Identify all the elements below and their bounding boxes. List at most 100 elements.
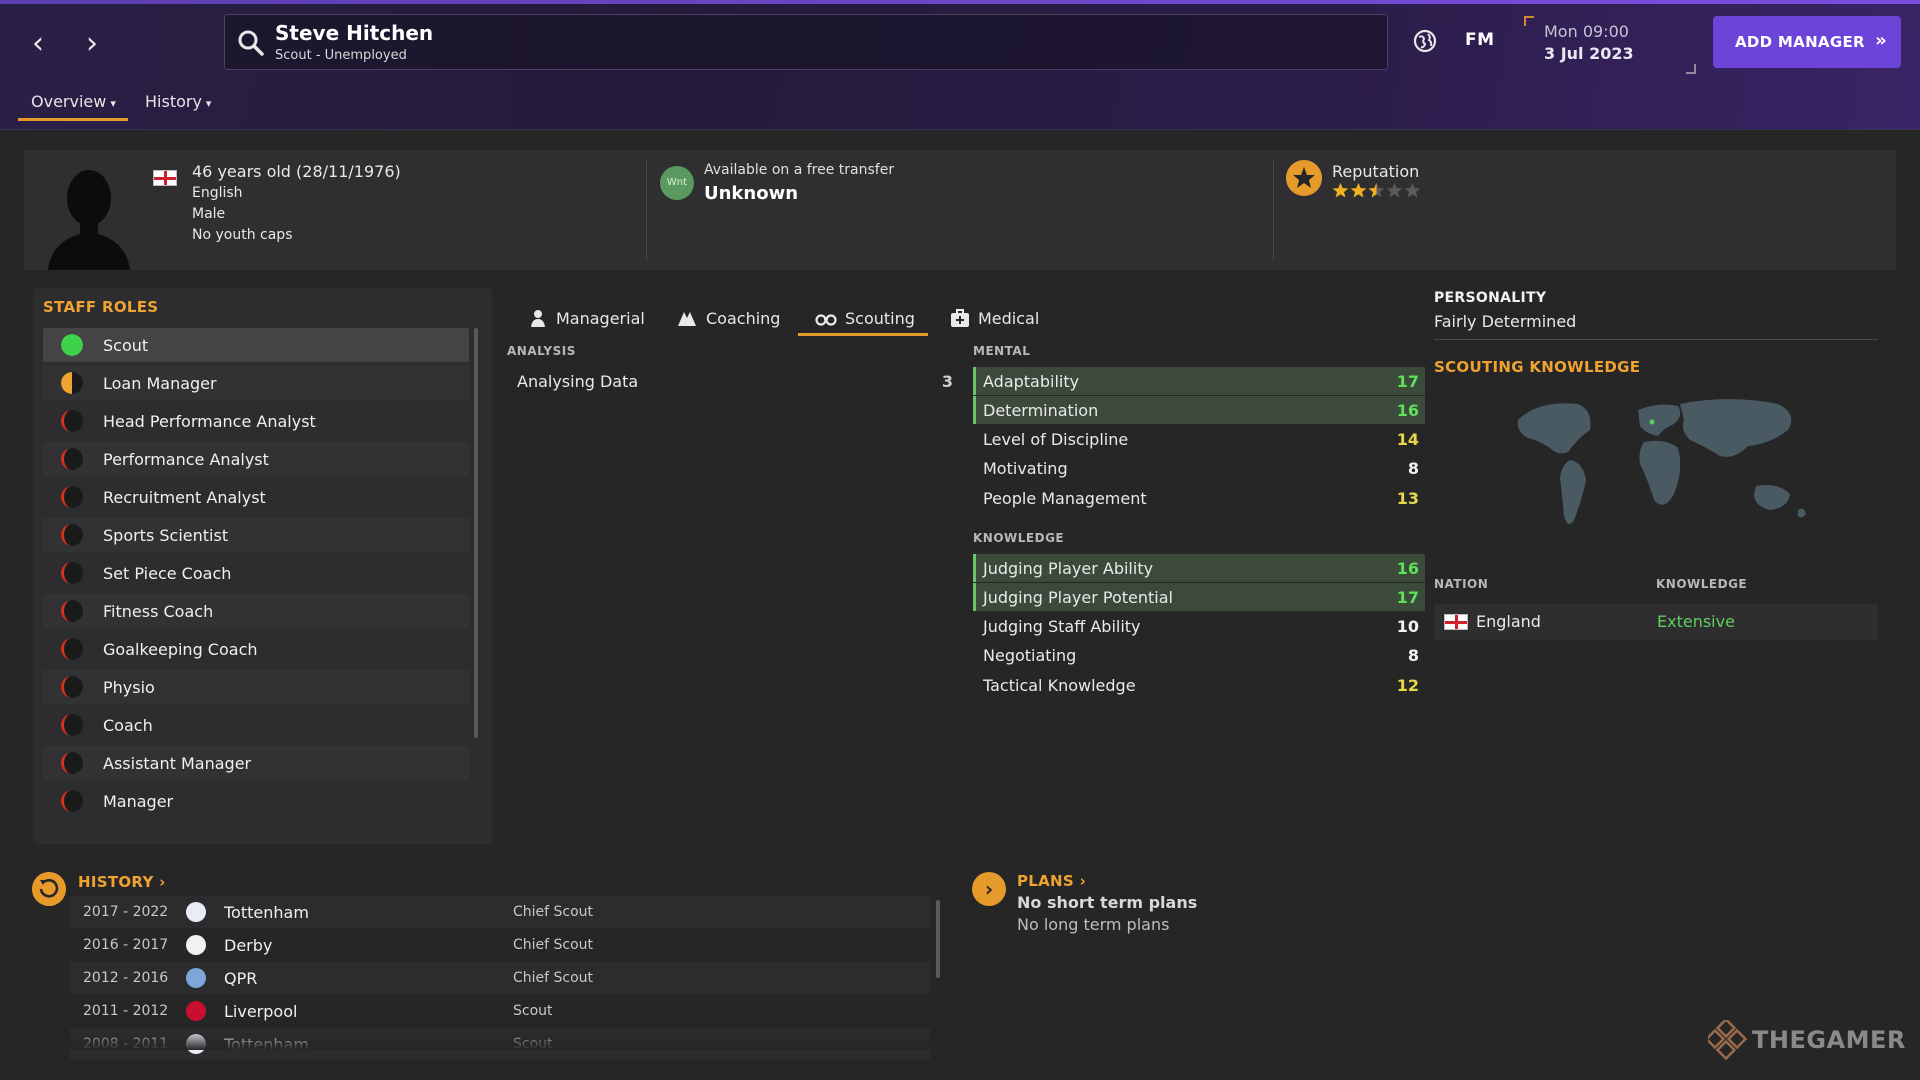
- attribute-row[interactable]: Adaptability 17: [973, 367, 1425, 395]
- tab-overview-label: Overview: [31, 92, 107, 111]
- history-club: Tottenham: [224, 902, 309, 922]
- attribute-name: Judging Staff Ability: [983, 617, 1141, 636]
- staff-role-label: Set Piece Coach: [103, 563, 232, 583]
- history-row[interactable]: 2016 - 2017 Derby Chief Scout: [70, 929, 930, 961]
- back-arrow-icon[interactable]: ‹: [18, 24, 58, 64]
- scrollbar[interactable]: [936, 900, 940, 978]
- attribute-row[interactable]: Level of Discipline 14: [973, 426, 1425, 454]
- date-corner-bottom: [1686, 64, 1696, 74]
- staff-role-item[interactable]: Performance Analyst: [43, 442, 469, 476]
- history-title[interactable]: HISTORY ›: [78, 873, 166, 891]
- attribute-row[interactable]: People Management 13: [973, 484, 1425, 512]
- divider: [1273, 160, 1274, 260]
- england-map-marker: [1649, 419, 1655, 425]
- staff-role-label: Coach: [103, 715, 153, 735]
- world-map[interactable]: [1498, 390, 1838, 550]
- england-flag-icon: [153, 170, 177, 186]
- knowledge-nation: England: [1476, 612, 1541, 631]
- attribute-value: 3: [941, 371, 953, 391]
- tab-managerial-label: Managerial: [556, 308, 645, 328]
- history-row[interactable]: 2011 - 2012 Liverpool Scout: [70, 995, 930, 1027]
- history-years: 2016 - 2017: [83, 937, 169, 953]
- divider: [1434, 339, 1878, 340]
- analysis-title: ANALYSIS: [507, 344, 576, 358]
- add-manager-button[interactable]: ADD MANAGER »: [1713, 16, 1901, 68]
- date-corner-top: [1524, 16, 1534, 26]
- role-suitability-icon: [61, 676, 83, 698]
- tab-overview[interactable]: Overview ▾: [31, 92, 116, 111]
- fm-logo[interactable]: FM: [1465, 30, 1495, 50]
- tab-medical[interactable]: Medical: [950, 300, 1039, 336]
- person-age: 46 years old (28/11/1976): [192, 162, 401, 181]
- globe-icon[interactable]: [1412, 28, 1438, 54]
- staff-role-item[interactable]: Head Performance Analyst: [43, 404, 469, 438]
- double-chevron-right-icon: »: [1875, 30, 1887, 51]
- person-icon: [531, 310, 545, 327]
- attribute-value: 8: [1407, 459, 1419, 479]
- staff-role-item[interactable]: Manager: [43, 784, 469, 818]
- scrollbar[interactable]: [474, 328, 478, 738]
- personality-value: Fairly Determined: [1434, 312, 1577, 331]
- game-date[interactable]: Mon 09:00 3 Jul 2023: [1524, 16, 1696, 74]
- tab-scouting[interactable]: Scouting: [815, 300, 915, 336]
- staff-role-item[interactable]: Coach: [43, 708, 469, 742]
- history-role: Scout: [513, 1003, 553, 1019]
- staff-role-item[interactable]: Set Piece Coach: [43, 556, 469, 590]
- role-suitability-icon: [61, 410, 83, 432]
- chevron-right-icon[interactable]: ›: [972, 872, 1006, 906]
- plans-title[interactable]: PLANS ›: [1017, 872, 1086, 890]
- personality-title: PERSONALITY: [1434, 290, 1547, 306]
- history-icon[interactable]: [32, 872, 66, 906]
- forward-arrow-icon[interactable]: ›: [72, 24, 112, 64]
- attribute-row[interactable]: Judging Staff Ability 10: [973, 613, 1425, 641]
- staff-role-item[interactable]: Goalkeeping Coach: [43, 632, 469, 666]
- chevron-right-icon: ›: [1079, 872, 1087, 890]
- watermark-logo-icon: [1708, 1020, 1748, 1060]
- tab-coaching-label: Coaching: [706, 308, 781, 328]
- staff-role-label: Head Performance Analyst: [103, 411, 316, 431]
- history-row[interactable]: 2017 - 2022 Tottenham Chief Scout: [70, 896, 930, 928]
- attribute-value: 12: [1396, 675, 1419, 695]
- history-role: Chief Scout: [513, 970, 594, 986]
- staff-role-item[interactable]: Scout: [43, 328, 469, 362]
- england-flag-icon: [1444, 614, 1468, 630]
- attribute-row[interactable]: Tactical Knowledge 12: [973, 671, 1425, 699]
- tab-managerial[interactable]: Managerial: [528, 300, 645, 336]
- person-status: Scout - Unemployed: [275, 48, 407, 63]
- staff-role-label: Scout: [103, 335, 149, 355]
- scouting-knowledge-title: SCOUTING KNOWLEDGE: [1434, 358, 1641, 376]
- chevron-down-icon: ▾: [205, 97, 212, 110]
- transfer-status-badge: Wnt: [660, 166, 694, 200]
- knowledge-row[interactable]: England Extensive: [1434, 604, 1878, 640]
- knowledge-level: Extensive: [1657, 612, 1735, 631]
- attribute-row[interactable]: Analysing Data 3: [507, 367, 959, 395]
- add-manager-label: ADD MANAGER: [1735, 33, 1865, 51]
- attribute-row[interactable]: Negotiating 8: [973, 642, 1425, 670]
- tab-coaching[interactable]: Coaching: [676, 300, 780, 336]
- attribute-row[interactable]: Judging Player Potential 17: [973, 583, 1425, 612]
- role-suitability-icon: [61, 714, 83, 736]
- staff-role-item[interactable]: Fitness Coach: [43, 594, 469, 628]
- chevron-right-icon: ›: [159, 873, 166, 891]
- reputation-star-icon: [1332, 182, 1349, 198]
- attribute-row[interactable]: Determination 16: [973, 396, 1425, 425]
- search-bar[interactable]: Steve Hitchen Scout - Unemployed: [224, 14, 1388, 70]
- attribute-value: 10: [1396, 617, 1419, 636]
- staff-role-label: Sports Scientist: [103, 525, 229, 545]
- staff-role-item[interactable]: Recruitment Analyst: [43, 480, 469, 514]
- reputation-star-icon: [1404, 182, 1421, 198]
- attribute-row[interactable]: Judging Player Ability 16: [973, 554, 1425, 582]
- attribute-row[interactable]: Motivating 8: [973, 455, 1425, 483]
- person-nationality: English: [192, 185, 243, 201]
- tab-history[interactable]: History ▾: [145, 92, 211, 111]
- short-term-plans: No short term plans: [1017, 893, 1198, 912]
- staff-role-label: Performance Analyst: [103, 449, 269, 469]
- divider: [646, 160, 647, 260]
- staff-role-item[interactable]: Physio: [43, 670, 469, 704]
- history-row[interactable]: 2012 - 2016 QPR Chief Scout: [70, 962, 930, 994]
- attribute-name: Level of Discipline: [983, 430, 1129, 449]
- staff-role-item[interactable]: Assistant Manager: [43, 746, 469, 780]
- staff-role-item[interactable]: Sports Scientist: [43, 518, 469, 552]
- staff-role-item[interactable]: Loan Manager: [43, 366, 469, 400]
- role-suitability-icon: [61, 334, 83, 356]
